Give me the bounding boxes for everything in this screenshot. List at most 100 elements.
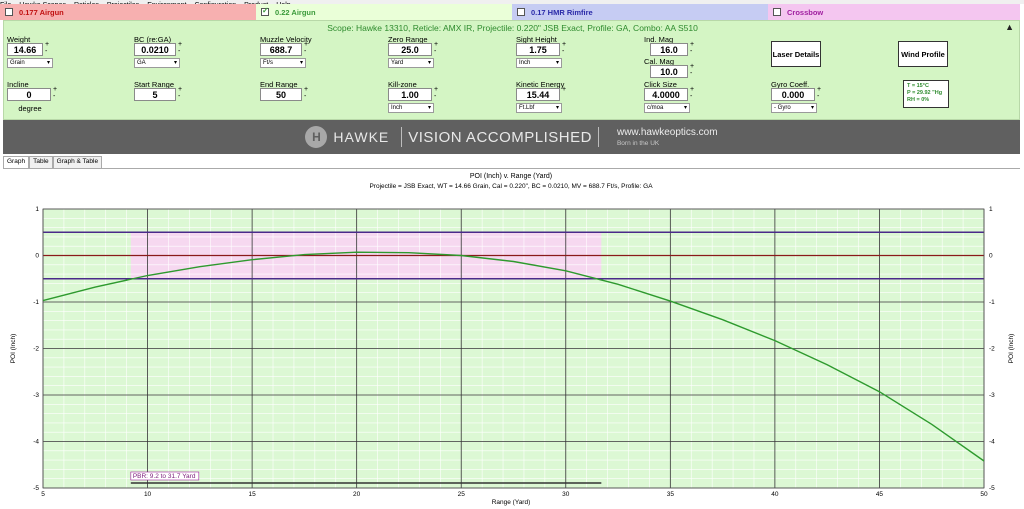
collapse-arrow-icon[interactable]: ▲ bbox=[1005, 22, 1014, 32]
environment-box[interactable]: T = 15°C P = 29.92 "Hg RH = 0% bbox=[903, 80, 949, 108]
gyro-select[interactable]: - Gyro bbox=[771, 103, 817, 113]
ind-mag-field: Ind. Mag 16.0 + - bbox=[644, 35, 694, 56]
hawke-banner: H HAWKE VISION ACCOMPLISHED www.hawkeopt… bbox=[3, 120, 1020, 154]
ind-mag-input[interactable]: 16.0 bbox=[650, 43, 688, 56]
cal-mag-field: Cal. Mag 10.0 + - bbox=[644, 57, 694, 78]
end-range-input[interactable]: 50 bbox=[260, 88, 302, 101]
muzzle-velocity-input[interactable]: 688.7 bbox=[260, 43, 302, 56]
y-tick-label-right: -3 bbox=[989, 392, 995, 399]
y-tick-label-right: -2 bbox=[989, 346, 995, 353]
x-tick-label: 5 bbox=[41, 491, 45, 498]
sight-height-input[interactable]: 1.75 bbox=[516, 43, 560, 56]
weight-field: Weight 14.66 + - Grain bbox=[7, 35, 53, 68]
gyro-coeff-stepper[interactable]: + - bbox=[817, 86, 821, 100]
banner-site: www.hawkeoptics.com Born in the UK bbox=[617, 127, 718, 147]
x-axis-label: Range (Yard) bbox=[492, 499, 531, 506]
tab-graph-and-table[interactable]: Graph & Table bbox=[52, 156, 103, 168]
x-tick-label: 40 bbox=[771, 491, 779, 498]
profile-tab-label: 0.177 Airgun bbox=[19, 7, 64, 17]
y-tick-label-left: -1 bbox=[33, 299, 39, 306]
weight-unit-select[interactable]: Grain bbox=[7, 58, 53, 68]
profile-tab-crossbow[interactable]: Crossbow bbox=[768, 4, 1020, 20]
view-tabs: Graph Table Graph & Table bbox=[3, 156, 103, 168]
profile-tab-177-airgun[interactable]: 0.177 Airgun bbox=[0, 4, 256, 20]
scope-summary: Scope: Hawke 13310, Reticle: AMX IR, Pro… bbox=[327, 23, 698, 33]
end-range-stepper[interactable]: + - bbox=[304, 86, 308, 100]
click-size-field: Click Size 4.0000 + - c/moa bbox=[644, 80, 694, 113]
weight-input[interactable]: 14.66 bbox=[7, 43, 43, 56]
zero-range-unit-select[interactable]: Yard bbox=[388, 58, 434, 68]
trajectory-chart: PBR: 9.2 to 31.7 Yard5 10 15 20 25 30 35 40 45 50… bbox=[10, 173, 1015, 506]
kill-zone-field: Kill-zone 1.00 + - Inch bbox=[388, 80, 438, 113]
kill-zone-unit-select[interactable]: Inch bbox=[388, 103, 434, 113]
click-size-unit-select[interactable]: c/moa bbox=[644, 103, 690, 113]
profile-checkbox[interactable] bbox=[773, 8, 781, 16]
hawke-logo-icon: H bbox=[305, 126, 328, 148]
bc-stepper[interactable]: + - bbox=[178, 41, 182, 55]
temperature-text: T = 15°C bbox=[907, 83, 929, 89]
laser-details-button[interactable]: Laser Details bbox=[771, 41, 821, 67]
incline-unit-text: degree bbox=[18, 104, 42, 113]
bc-input[interactable]: 0.0210 bbox=[134, 43, 176, 56]
zero-range-field: Zero Range 25.0 + - Yard bbox=[388, 35, 438, 68]
zero-range-stepper[interactable]: + - bbox=[434, 41, 438, 55]
incline-field: Incline 0 + - degree bbox=[7, 80, 57, 113]
chart-title: POI (Inch) v. Range (Yard) bbox=[470, 173, 552, 180]
muzzle-velocity-stepper[interactable]: + - bbox=[304, 41, 308, 55]
y-tick-label-right: 0 bbox=[989, 253, 993, 260]
profile-checkbox[interactable] bbox=[5, 8, 13, 16]
profile-tab-22-airgun[interactable]: 0.22 Airgun bbox=[256, 4, 512, 20]
pbr-label: PBR: 9.2 to 31.7 Yard bbox=[133, 473, 196, 480]
kinetic-energy-unit-select[interactable]: Ft.Lbf bbox=[516, 103, 562, 113]
end-range-field: End Range 50 + - bbox=[260, 80, 308, 101]
profile-tab-label: 0.17 HMR Rimfire bbox=[531, 7, 593, 17]
kill-zone-input[interactable]: 1.00 bbox=[388, 88, 432, 101]
kill-zone-stepper[interactable]: + - bbox=[434, 86, 438, 100]
y-tick-label-right: -1 bbox=[989, 299, 995, 306]
incline-stepper[interactable]: + - bbox=[53, 86, 57, 100]
website-url: www.hawkeoptics.com bbox=[616, 127, 718, 138]
zero-range-input[interactable]: 25.0 bbox=[388, 43, 432, 56]
x-tick-label: 10 bbox=[144, 491, 152, 498]
bc-profile-select[interactable]: GA bbox=[134, 58, 180, 68]
y-axis-label-left: POI (Inch) bbox=[10, 334, 17, 364]
pressure-text: P = 29.92 "Hg bbox=[907, 90, 943, 96]
banner-divider bbox=[597, 127, 599, 147]
start-range-stepper[interactable]: + - bbox=[178, 86, 182, 100]
sight-height-unit-select[interactable]: Inch bbox=[516, 58, 562, 68]
muzzle-velocity-field: Muzzle Velocity 688.7 + - Ft/s bbox=[260, 35, 312, 68]
y-tick-label-right: 1 bbox=[989, 206, 993, 213]
gyro-coeff-input[interactable]: 0.000 bbox=[771, 88, 815, 101]
humidity-text: RH = 0% bbox=[907, 97, 930, 103]
sight-height-stepper[interactable]: + - bbox=[562, 41, 566, 55]
click-size-input[interactable]: 4.0000 bbox=[644, 88, 688, 101]
muzzle-velocity-unit-select[interactable]: Ft/s bbox=[260, 58, 306, 68]
tab-graph[interactable]: Graph bbox=[3, 156, 30, 168]
y-tick-label-left: 0 bbox=[35, 253, 39, 260]
profile-tab-bar: 0.177 Airgun 0.22 Airgun 0.17 HMR Rimfir… bbox=[0, 4, 1024, 20]
weight-stepper[interactable]: + - bbox=[45, 41, 49, 55]
born-in-uk-text: Born in the UK bbox=[616, 140, 660, 147]
banner-tagline: VISION ACCOMPLISHED bbox=[408, 128, 592, 146]
tab-table[interactable]: Table bbox=[29, 156, 53, 168]
brand-name: HAWKE bbox=[333, 129, 390, 145]
cal-mag-stepper[interactable]: + - bbox=[690, 63, 694, 77]
kinetic-energy-stepper[interactable]: + bbox=[562, 86, 566, 93]
wind-profile-button[interactable]: Wind Profile bbox=[898, 41, 948, 67]
cal-mag-input[interactable]: 10.0 bbox=[650, 65, 688, 78]
profile-checkbox[interactable] bbox=[517, 8, 525, 16]
start-range-input[interactable]: 5 bbox=[134, 88, 176, 101]
kinetic-energy-value: 15.44 bbox=[516, 88, 560, 101]
click-size-stepper[interactable]: + - bbox=[690, 86, 694, 100]
profile-checkbox[interactable] bbox=[261, 6, 269, 16]
incline-input[interactable]: 0 bbox=[7, 88, 51, 101]
kinetic-energy-field: Kinetic Energy 15.44 + Ft.Lbf bbox=[516, 80, 566, 113]
y-tick-label-left: -4 bbox=[33, 439, 39, 446]
profile-tab-17-hmr[interactable]: 0.17 HMR Rimfire bbox=[512, 4, 768, 20]
x-tick-label: 35 bbox=[667, 491, 675, 498]
x-tick-label: 25 bbox=[458, 491, 466, 498]
profile-tab-label: Crossbow bbox=[787, 7, 824, 17]
ind-mag-stepper[interactable]: + - bbox=[690, 41, 694, 55]
y-axis-label-right: POI (Inch) bbox=[1008, 334, 1015, 364]
y-tick-label-left: -5 bbox=[33, 485, 39, 492]
